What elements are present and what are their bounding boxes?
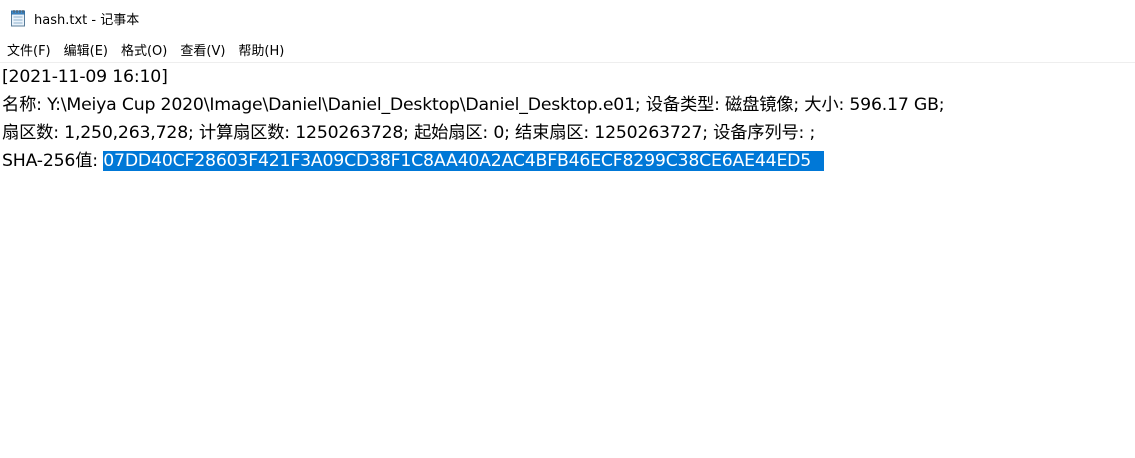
text-editor[interactable]: [2021-11-09 16:10] 名称: Y:\Meiya Cup 2020… [0, 63, 1135, 458]
text-line-sectors: 扇区数: 1,250,263,728; 计算扇区数: 1250263728; 起… [2, 123, 816, 143]
menu-help[interactable]: 帮助(H) [233, 37, 289, 62]
window-title: hash.txt - 记事本 [34, 12, 140, 28]
menu-file[interactable]: 文件(F) [2, 37, 56, 62]
notepad-window: hash.txt - 记事本 文件(F) 编辑(E) 格式(O) 查看(V) 帮… [0, 0, 1135, 458]
notepad-icon [9, 9, 27, 27]
menu-bar: 文件(F) 编辑(E) 格式(O) 查看(V) 帮助(H) [0, 36, 1135, 63]
text-line-hash: SHA-256值: 07DD40CF28603F421F3A09CD38F1C8… [2, 147, 1135, 175]
text-line-timestamp: [2021-11-09 16:10] [2, 67, 168, 87]
menu-view[interactable]: 查看(V) [175, 37, 230, 62]
menu-format[interactable]: 格式(O) [116, 37, 172, 62]
title-bar[interactable]: hash.txt - 记事本 [0, 0, 1135, 36]
selected-hash-text[interactable]: 07DD40CF28603F421F3A09CD38F1C8AA40A2AC4B… [103, 151, 825, 171]
hash-label: SHA-256值: [2, 151, 104, 171]
text-line-name: 名称: Y:\Meiya Cup 2020\Image\Daniel\Danie… [2, 95, 945, 115]
menu-edit[interactable]: 编辑(E) [59, 37, 113, 62]
